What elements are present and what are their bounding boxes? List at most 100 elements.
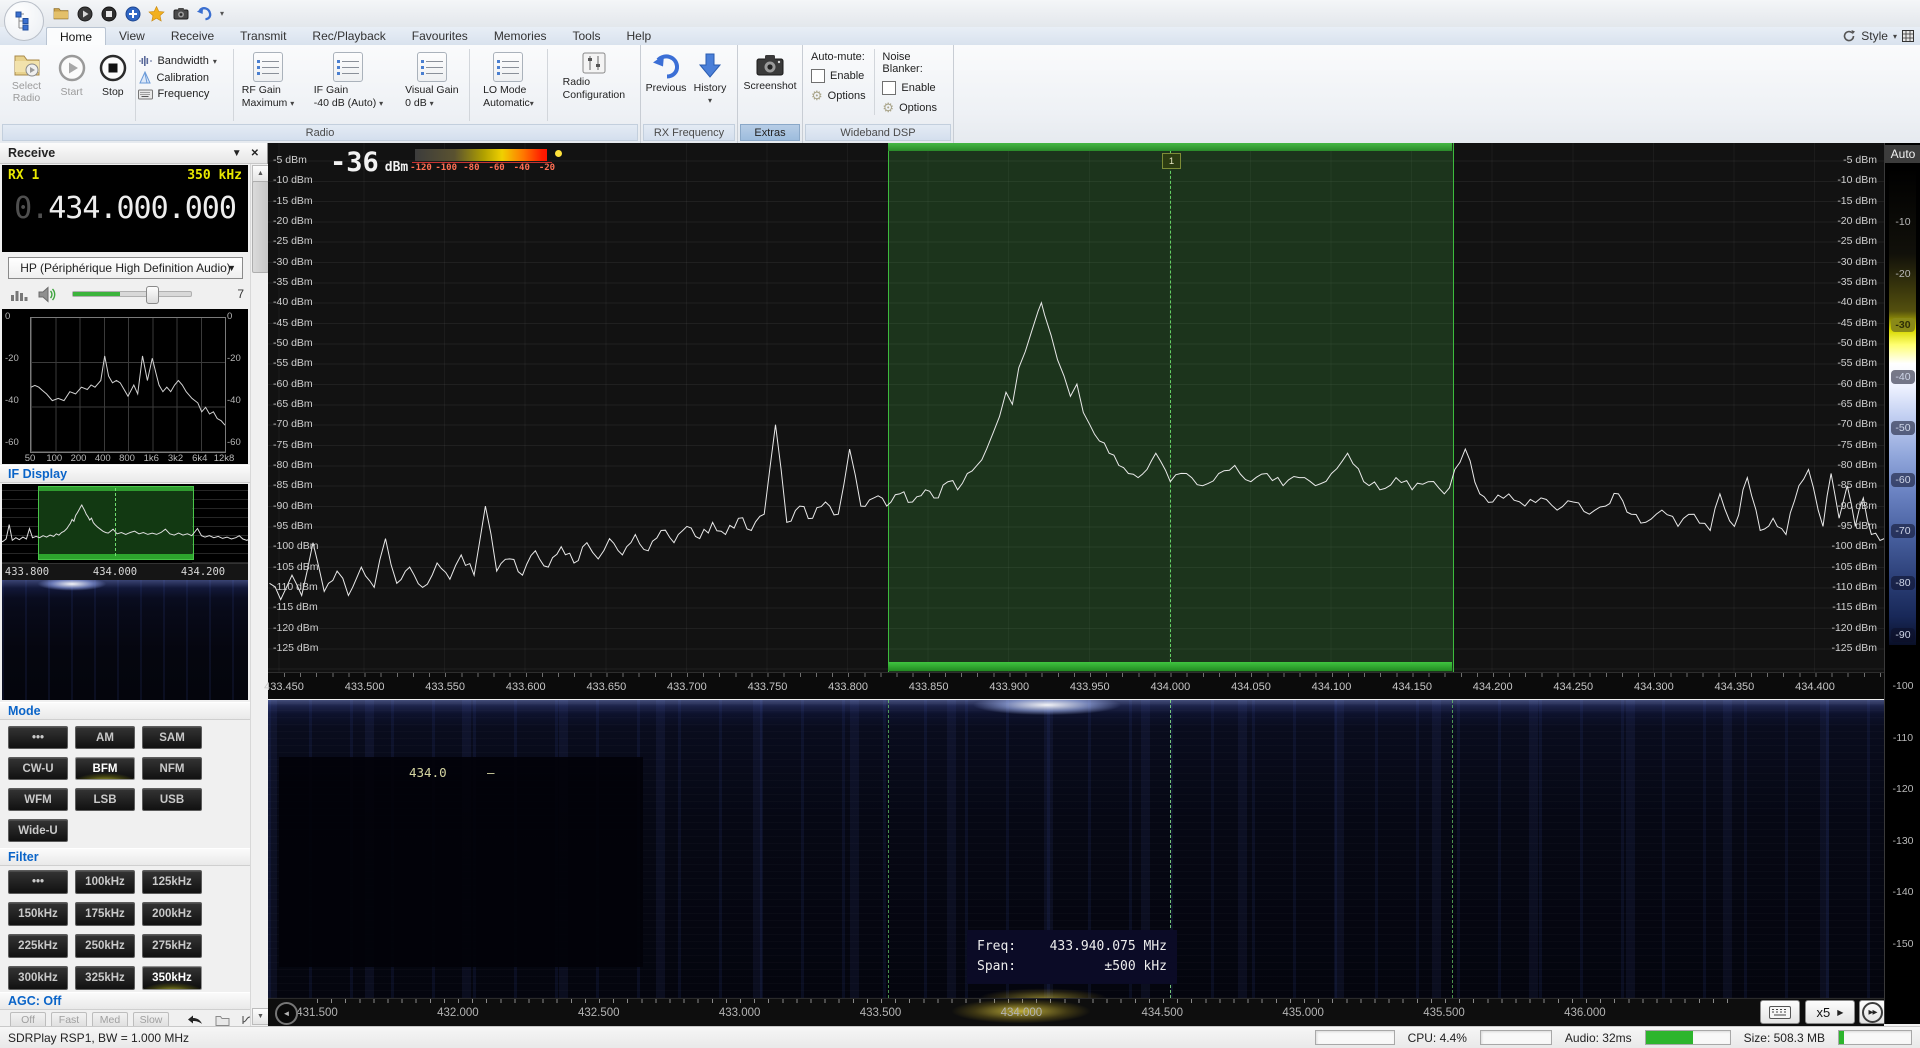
receive-panel-header[interactable]: Receive ▼✕ [0, 143, 267, 164]
ribbon-tab[interactable]: View [106, 27, 158, 45]
mode-button[interactable]: NFM [142, 757, 202, 780]
visual-gain-button[interactable]: Visual Gain0 dB ▾ [397, 47, 468, 109]
mode-button[interactable]: WFM [8, 788, 68, 811]
filter-button[interactable]: ••• [8, 870, 68, 894]
play-icon[interactable] [76, 5, 93, 22]
ribbon-tab[interactable]: Home [46, 27, 106, 47]
waterfall-bookmark-region[interactable]: 434.0 – [279, 757, 643, 967]
waterfall-display[interactable]: 434.0 – Freq:433.940.075 MHz Span:±500 k… [268, 700, 1884, 998]
audio-device-select[interactable]: HP (Périphérique High Definition Audio)▼ [8, 257, 243, 279]
panel-dropdown-icon[interactable]: ▼ [232, 148, 242, 159]
mode-button[interactable]: ••• [8, 726, 68, 749]
rf-gain-button[interactable]: RF GainMaximum ▾ [236, 47, 301, 109]
folder-icon[interactable] [52, 5, 69, 22]
auto-mute-options-button[interactable]: ⚙Options [811, 89, 866, 102]
ribbon-tab[interactable]: Receive [158, 27, 227, 45]
style-label[interactable]: Style [1861, 29, 1888, 43]
scroll-up-icon[interactable]: ▲ [252, 165, 269, 182]
mode-button[interactable]: Wide-U [8, 819, 68, 842]
ribbon-tab[interactable]: Help [614, 27, 665, 45]
ribbon-tab[interactable]: Rec/Playback [299, 27, 398, 45]
layout-grid-icon[interactable] [1902, 30, 1914, 42]
group-caption-radio[interactable]: Radio [2, 124, 638, 141]
main-spectrum-display[interactable]: 1 -5 dBm-10 dBm-15 dBm-20 dBm-25 dBm-30 … [268, 143, 1884, 672]
volume-slider-handle[interactable] [146, 286, 159, 304]
spectrum-frequency-axis[interactable]: 433.450433.500433.550433.600433.650433.7… [268, 672, 1884, 699]
waterfall-color-scale[interactable]: Auto -10-20-30-40-50-60-70-80-90-100-110… [1884, 143, 1920, 1024]
app-menu-button[interactable] [4, 1, 44, 41]
style-refresh-icon[interactable] [1842, 29, 1856, 43]
agc-header[interactable]: AGC: Off▲ [0, 992, 267, 1010]
mode-button[interactable]: CW-U [8, 757, 68, 780]
filter-button[interactable]: 150kHz [8, 902, 68, 926]
mode-button[interactable]: SAM [142, 726, 202, 749]
if-display-header[interactable]: IF Display▲ [0, 465, 267, 483]
ribbon-tab[interactable]: Favourites [399, 27, 481, 45]
bandwidth-button[interactable]: Bandwidth▾ [138, 55, 230, 67]
equalizer-icon[interactable] [10, 286, 28, 302]
radio-configuration-button[interactable]: RadioConfiguration [550, 47, 638, 101]
scroll-down-icon[interactable]: ▼ [252, 1008, 269, 1025]
filter-button[interactable]: 100kHz [75, 870, 135, 894]
filter-button[interactable]: 350kHz [142, 966, 202, 990]
ribbon-tab[interactable]: Tools [560, 27, 614, 45]
back-arrow-icon[interactable] [187, 1015, 203, 1026]
group-caption-extras[interactable]: Extras [740, 124, 800, 141]
panel-close-icon[interactable]: ✕ [251, 148, 259, 159]
ribbon-tab[interactable]: Transmit [227, 27, 299, 45]
color-scale-auto-label[interactable]: Auto [1885, 145, 1920, 163]
if-gain-button[interactable]: IF Gain-40 dB (Auto) ▾ [300, 47, 396, 109]
frequency-display[interactable]: RX 1 350 kHz 0.434.000.000 [2, 165, 248, 252]
filter-header[interactable]: Filter▲ [0, 848, 267, 866]
speaker-icon[interactable] [38, 286, 58, 303]
filter-button[interactable]: 175kHz [75, 902, 135, 926]
select-radio-button[interactable]: SelectRadio [2, 47, 51, 104]
history-button[interactable]: History▾ [689, 47, 731, 106]
stop-button[interactable]: Stop [92, 47, 133, 98]
lo-mode-button[interactable]: LO ModeAutomatic▾ [472, 47, 545, 109]
scroll-band-left-button[interactable]: ◄ [275, 1002, 298, 1025]
filter-button[interactable]: 275kHz [142, 934, 202, 958]
filter-button[interactable]: 325kHz [75, 966, 135, 990]
marker-1-flag[interactable]: 1 [1162, 153, 1181, 169]
stop-icon[interactable] [100, 5, 117, 22]
start-button[interactable]: Start [51, 47, 92, 98]
frequency-button[interactable]: Frequency [138, 88, 230, 100]
filter-button[interactable]: 300kHz [8, 966, 68, 990]
mode-button[interactable]: BFM [75, 757, 135, 780]
db-axis-label: -50 dBm [273, 337, 319, 349]
filter-button[interactable]: 250kHz [75, 934, 135, 958]
filter-button[interactable]: 225kHz [8, 934, 68, 958]
volume-slider[interactable] [72, 291, 192, 297]
undo-icon[interactable] [196, 5, 213, 22]
camera-icon[interactable] [172, 5, 189, 22]
left-panel-scrollbar[interactable]: ▲ ▼ [250, 164, 268, 1026]
quick-access-dropdown-icon[interactable]: ▾ [220, 9, 224, 18]
waterfall-zoom-button[interactable]: x5▶ [1805, 1000, 1855, 1024]
folder-small-icon[interactable] [215, 1015, 230, 1026]
previous-button[interactable]: Previous [643, 47, 689, 94]
frequency-keyboard-button[interactable] [1760, 1000, 1800, 1024]
group-caption-wideband-dsp[interactable]: Wideband DSP [805, 124, 951, 141]
frequency-digits[interactable]: 0.434.000.000 [2, 191, 248, 226]
mode-header[interactable]: Mode▲ [0, 702, 267, 720]
favourite-star-icon[interactable] [148, 5, 165, 22]
screenshot-button[interactable]: Screenshot [740, 47, 800, 92]
noise-blanker-options-button[interactable]: ⚙Options [882, 101, 945, 114]
filter-button[interactable]: 200kHz [142, 902, 202, 926]
mode-button[interactable]: USB [142, 788, 202, 811]
if-display-plot[interactable] [2, 484, 248, 563]
add-icon[interactable] [124, 5, 141, 22]
fast-forward-button[interactable]: ▶▶ [1859, 1000, 1886, 1024]
ribbon-tab[interactable]: Memories [481, 27, 560, 45]
mode-button[interactable]: LSB [75, 788, 135, 811]
calibration-button[interactable]: Calibration [138, 71, 230, 84]
waterfall-frequency-axis[interactable]: 431.500432.000432.500433.000433.500434.0… [268, 998, 1884, 1027]
filter-button[interactable]: 125kHz [142, 870, 202, 894]
noise-blanker-enable-checkbox[interactable]: Enable [882, 81, 945, 95]
auto-mute-enable-checkbox[interactable]: Enable [811, 69, 866, 83]
scrollbar-thumb[interactable] [252, 181, 269, 273]
mode-button[interactable]: AM [75, 726, 135, 749]
style-dropdown-icon[interactable]: ▾ [1893, 32, 1897, 41]
group-caption-rx-frequency[interactable]: RX Frequency [643, 124, 735, 141]
